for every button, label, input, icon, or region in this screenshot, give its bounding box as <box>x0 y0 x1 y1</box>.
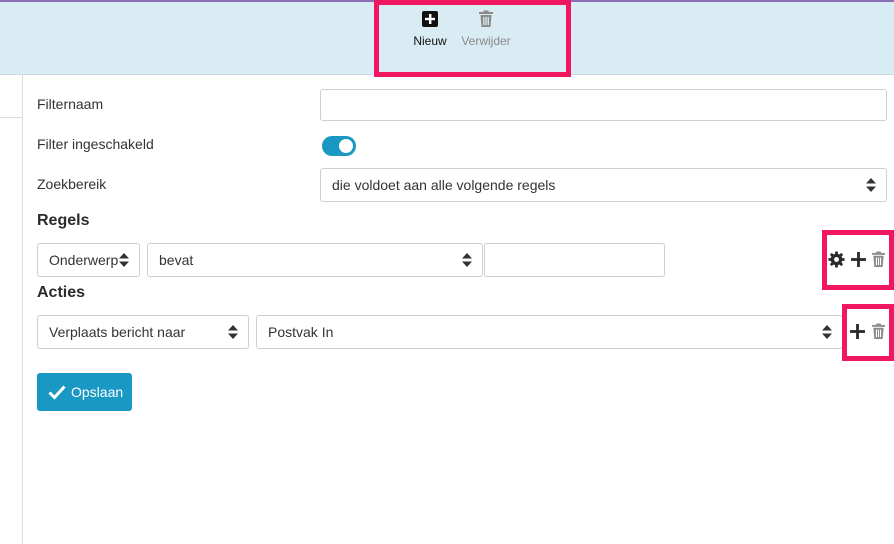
rule-operator-select[interactable]: bevat <box>147 243 483 277</box>
plus-square-icon <box>422 11 438 27</box>
check-icon <box>48 385 66 400</box>
filtername-input[interactable] <box>320 89 887 121</box>
rule-text-input[interactable] <box>484 243 665 277</box>
toggle-knob <box>339 139 353 153</box>
filtername-label: Filternaam <box>37 96 104 112</box>
save-button[interactable]: Opslaan <box>37 373 132 411</box>
sort-arrows-icon <box>119 253 129 267</box>
new-button-label: Nieuw <box>413 34 447 48</box>
sidebar-divider <box>0 75 23 544</box>
trash-icon <box>479 10 493 27</box>
sort-arrows-icon <box>228 325 238 339</box>
toolbar: Nieuw Verwijder <box>0 2 894 75</box>
rules-heading: Regels <box>37 212 90 229</box>
delete-button[interactable]: Verwijder <box>458 10 514 58</box>
delete-rule-trash-icon[interactable] <box>871 251 886 268</box>
sort-arrows-icon <box>462 253 472 267</box>
save-button-label: Opslaan <box>71 384 124 400</box>
sort-arrows-icon <box>866 178 876 192</box>
rule-operator-value: bevat <box>159 252 194 268</box>
actions-heading: Acties <box>37 284 86 301</box>
scope-select[interactable]: die voldoet aan alle volgende regels <box>320 168 887 202</box>
add-rule-plus-icon[interactable] <box>851 252 866 267</box>
action-target-select[interactable]: Postvak In <box>256 315 843 349</box>
scope-select-value: die voldoet aan alle volgende regels <box>332 177 556 193</box>
rule-field-value: Onderwerp <box>49 252 119 268</box>
new-button[interactable]: Nieuw <box>404 10 456 58</box>
gear-icon[interactable] <box>828 251 845 268</box>
enabled-label: Filter ingeschakeld <box>37 136 154 152</box>
action-type-value: Verplaats bericht naar <box>49 324 186 340</box>
add-action-plus-icon[interactable] <box>850 324 865 339</box>
sort-arrows-icon <box>822 325 832 339</box>
sidebar-row <box>0 75 22 118</box>
delete-action-trash-icon[interactable] <box>871 323 886 340</box>
rule-field-select[interactable]: Onderwerp <box>37 243 140 277</box>
action-target-value: Postvak In <box>268 324 334 340</box>
action-type-select[interactable]: Verplaats bericht naar <box>37 315 249 349</box>
delete-button-label: Verwijder <box>461 34 511 48</box>
enabled-toggle[interactable] <box>322 136 356 156</box>
scope-label: Zoekbereik <box>37 176 107 192</box>
